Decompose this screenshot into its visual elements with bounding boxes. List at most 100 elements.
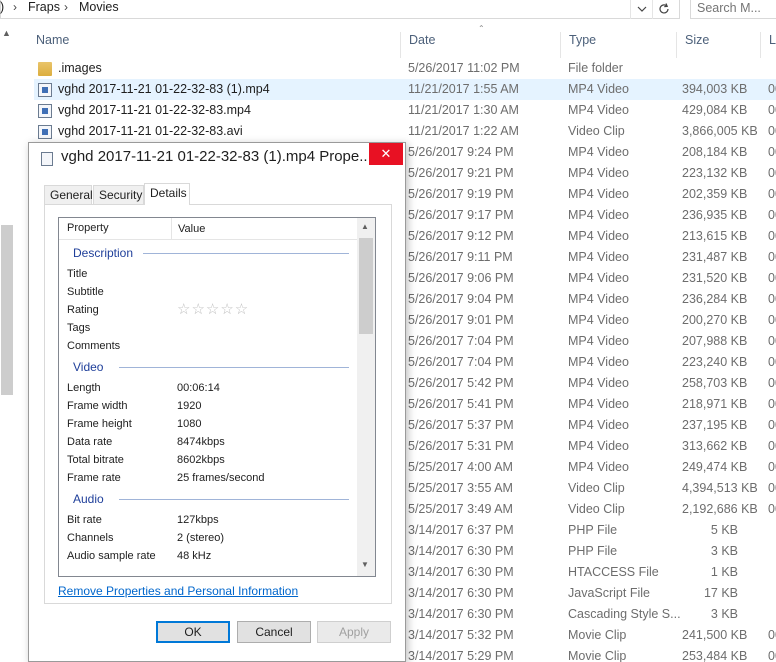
address-box[interactable]: ) › Fraps › Movies <box>0 0 680 19</box>
file-size: 207,988 KB <box>682 334 748 348</box>
prop-label-bit-rate: Bit rate <box>67 514 102 526</box>
scroll-thumb[interactable] <box>359 238 373 334</box>
file-type: Video Clip <box>568 481 625 495</box>
file-date: 5/26/2017 9:19 PM <box>408 187 514 201</box>
prop-label-rating: Rating <box>67 304 99 316</box>
search-input[interactable] <box>691 0 776 17</box>
video-file-icon <box>41 152 53 166</box>
file-date: 5/26/2017 9:17 PM <box>408 208 514 222</box>
breadcrumb-prev[interactable]: ) <box>0 0 4 15</box>
navigation-pane-scrollbar[interactable]: ▲ <box>0 20 14 662</box>
column-header-value[interactable]: Value <box>171 218 205 240</box>
file-size: 4,394,513 KB <box>682 481 758 495</box>
column-header-name[interactable]: Name <box>28 32 400 58</box>
column-headers: ⌃ Name Date Type Size Le <box>28 22 776 58</box>
file-type: MP4 Video <box>568 376 629 390</box>
ok-button[interactable]: OK <box>156 621 230 643</box>
file-date: 5/25/2017 3:55 AM <box>408 481 513 495</box>
property-list-header: Property Value <box>59 218 359 240</box>
file-date: 11/21/2017 1:30 AM <box>408 103 519 117</box>
file-row[interactable]: vghd 2017-11-21 01-22-32-83.mp4 11/21/201… <box>34 100 776 121</box>
video-file-icon <box>38 83 52 97</box>
tab-details[interactable]: Details <box>144 183 190 205</box>
file-type: MP4 Video <box>568 334 629 348</box>
file-type: PHP File <box>568 523 618 537</box>
file-list-scrollbar[interactable] <box>766 60 776 662</box>
breadcrumb-fraps[interactable]: Fraps <box>28 0 60 15</box>
cancel-button[interactable]: Cancel <box>237 621 311 643</box>
file-size: 200,270 KB <box>682 313 748 327</box>
file-date: 3/14/2017 6:30 PM <box>408 544 514 558</box>
tab-security[interactable]: Security <box>93 185 144 205</box>
scroll-up-icon[interactable]: ▲ <box>361 222 369 231</box>
property-list-scrollbar[interactable]: ▲ ▼ <box>357 218 375 576</box>
section-title-video: Video <box>73 360 104 374</box>
file-row[interactable]: vghd 2017-11-21 01-22-32-83.avi 11/21/201… <box>34 121 776 142</box>
scroll-down-icon[interactable]: ▼ <box>361 560 369 569</box>
section-title-audio: Audio <box>73 492 104 506</box>
file-row[interactable]: vghd 2017-11-21 01-22-32-83 (1).mp4 11/21… <box>34 79 776 100</box>
prop-value-data-rate: 8474kbps <box>177 436 225 448</box>
dialog-titlebar[interactable]: vghd 2017-11-21 01-22-32-83 (1).mp4 Prop… <box>29 143 405 173</box>
prop-value-frame-width: 1920 <box>177 400 202 412</box>
prop-value-frame-height: 1080 <box>177 418 202 430</box>
file-type: PHP File <box>568 544 618 558</box>
column-header-length[interactable]: Le <box>760 32 776 58</box>
file-type: Video Clip <box>568 124 625 138</box>
tab-strip: General Security Details <box>44 183 394 205</box>
prop-label-frame-rate: Frame rate <box>67 472 121 484</box>
file-size: 223,240 KB <box>682 355 748 369</box>
prop-label-audio-sample-rate: Audio sample rate <box>67 550 156 562</box>
file-date: 5/26/2017 11:02 PM <box>408 61 520 75</box>
apply-button[interactable]: Apply <box>317 621 391 643</box>
file-type: MP4 Video <box>568 82 629 96</box>
column-header-size[interactable]: Size <box>676 32 760 58</box>
file-type: MP4 Video <box>568 292 629 306</box>
column-header-property[interactable]: Property <box>67 222 109 234</box>
refresh-icon[interactable] <box>652 0 674 19</box>
file-size: 1 KB <box>710 565 738 579</box>
file-size: 394,003 KB <box>682 82 748 96</box>
breadcrumb-movies[interactable]: Movies <box>79 0 119 15</box>
file-size: 5 KB <box>710 523 738 537</box>
file-type: MP4 Video <box>568 103 629 117</box>
file-date: 5/26/2017 9:06 PM <box>408 271 514 285</box>
file-date: 5/26/2017 9:21 PM <box>408 166 514 180</box>
file-date: 5/26/2017 9:01 PM <box>408 313 514 327</box>
section-title-description: Description <box>73 246 134 260</box>
file-size: 231,520 KB <box>682 271 748 285</box>
file-size: 223,132 KB <box>682 166 748 180</box>
rating-stars[interactable]: ☆☆☆☆☆ <box>177 300 249 318</box>
file-date: 5/26/2017 5:42 PM <box>408 376 514 390</box>
section-divider <box>119 499 349 500</box>
prop-label-comments: Comments <box>67 340 121 352</box>
file-size: 202,359 KB <box>682 187 748 201</box>
file-type: Cascading Style S... <box>568 607 681 621</box>
prop-label-tags: Tags <box>67 322 91 334</box>
close-button[interactable]: ✕ <box>369 143 403 165</box>
file-type: MP4 Video <box>568 187 629 201</box>
file-size: 3,866,005 KB <box>682 124 758 138</box>
prop-label-frame-width: Frame width <box>67 400 128 412</box>
column-header-date[interactable]: Date <box>400 32 560 58</box>
file-type: MP4 Video <box>568 355 629 369</box>
scroll-thumb[interactable] <box>1 225 13 395</box>
remove-properties-link[interactable]: Remove Properties and Personal Informati… <box>58 584 298 598</box>
scroll-up-icon[interactable]: ▲ <box>2 28 11 38</box>
file-type: MP4 Video <box>568 208 629 222</box>
file-row[interactable]: .images 5/26/2017 11:02 PM File folder <box>34 58 776 79</box>
search-box[interactable] <box>690 0 776 19</box>
file-date: 5/26/2017 5:37 PM <box>408 418 514 432</box>
file-type: File folder <box>568 61 623 75</box>
file-size: 236,284 KB <box>682 292 748 306</box>
file-size: 3 KB <box>710 607 738 621</box>
prop-value-bit-rate: 127kbps <box>177 514 219 526</box>
prop-label-length: Length <box>67 382 101 394</box>
folder-icon <box>38 62 52 76</box>
tab-general[interactable]: General <box>44 185 93 205</box>
file-date: 5/26/2017 9:12 PM <box>408 229 514 243</box>
column-header-type[interactable]: Type <box>560 32 676 58</box>
dialog-title: vghd 2017-11-21 01-22-32-83 (1).mp4 Prop… <box>61 148 367 165</box>
chevron-down-icon[interactable] <box>630 0 652 19</box>
file-name: vghd 2017-11-21 01-22-32-83 (1).mp4 <box>58 82 270 96</box>
